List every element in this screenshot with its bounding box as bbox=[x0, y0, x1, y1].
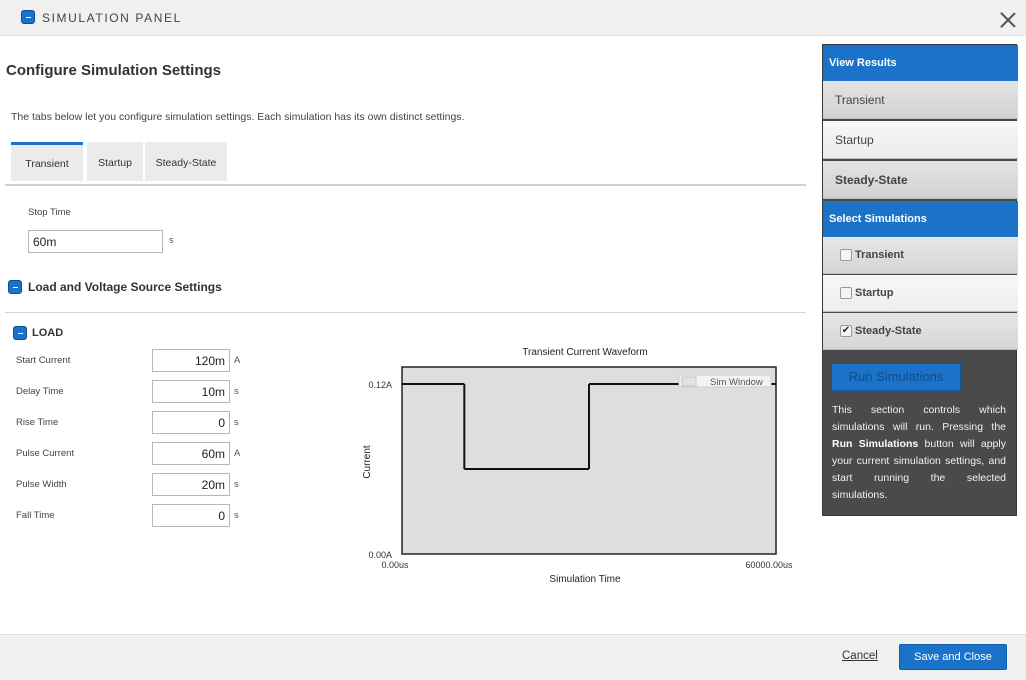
sim-label-startup: Startup bbox=[855, 287, 894, 299]
tab-steady-state[interactable]: Steady-State bbox=[145, 142, 227, 181]
delay-time-label: Delay Time bbox=[16, 386, 64, 397]
window-title: SIMULATION PANEL bbox=[42, 11, 182, 25]
result-startup[interactable]: Startup bbox=[823, 121, 1018, 159]
pulse-width-unit: s bbox=[234, 479, 239, 490]
waveform-chart: Transient Current Waveform Sim Window 0.… bbox=[362, 347, 793, 585]
sim-check-transient[interactable]: Transient bbox=[823, 237, 1018, 274]
desc-bold: Run Simulations bbox=[832, 438, 919, 450]
x-tick-min: 0.00us bbox=[381, 560, 409, 570]
footer-bar: Cancel Save and Close bbox=[0, 634, 1026, 680]
x-tick-max: 60000.00us bbox=[745, 560, 793, 570]
collapse-source-icon[interactable] bbox=[8, 280, 22, 294]
pulse-current-unit: A bbox=[234, 448, 241, 459]
delay-time-input[interactable] bbox=[152, 380, 230, 403]
result-steady-state[interactable]: Steady-State bbox=[823, 161, 1018, 199]
stop-time-label: Stop Time bbox=[28, 207, 71, 218]
title-bar: SIMULATION PANEL bbox=[0, 0, 1026, 36]
select-simulations-header: Select Simulations bbox=[823, 201, 1018, 237]
fall-time-unit: s bbox=[234, 510, 239, 521]
chart-title: Transient Current Waveform bbox=[522, 347, 647, 358]
legend-swatch bbox=[681, 376, 697, 387]
start-current-label: Start Current bbox=[16, 355, 71, 366]
checkbox-startup[interactable] bbox=[840, 287, 852, 299]
rise-time-input[interactable] bbox=[152, 411, 230, 434]
cancel-link[interactable]: Cancel bbox=[842, 650, 878, 662]
pulse-width-label: Pulse Width bbox=[16, 479, 67, 490]
run-description: This section controls which simulations … bbox=[832, 402, 1006, 504]
collapse-load-icon[interactable] bbox=[13, 326, 27, 340]
tab-startup[interactable]: Startup bbox=[87, 142, 143, 181]
run-simulations-button[interactable]: Run Simulations bbox=[831, 363, 961, 391]
start-current-input[interactable] bbox=[152, 349, 230, 372]
fall-time-input[interactable] bbox=[152, 504, 230, 527]
x-axis-label: Simulation Time bbox=[549, 574, 621, 585]
pulse-current-label: Pulse Current bbox=[16, 448, 75, 459]
tab-divider bbox=[5, 184, 806, 186]
pulse-current-input[interactable] bbox=[152, 442, 230, 465]
pulse-width-input[interactable] bbox=[152, 473, 230, 496]
rise-time-label: Rise Time bbox=[16, 417, 59, 428]
stop-time-input[interactable] bbox=[28, 230, 163, 253]
page-title: Configure Simulation Settings bbox=[6, 62, 222, 79]
y-tick-min: 0.00A bbox=[368, 550, 392, 560]
fall-time-label: Fall Time bbox=[16, 510, 55, 521]
desc-part-1: This section controls which simulations … bbox=[832, 404, 1006, 433]
save-and-close-button[interactable]: Save and Close bbox=[899, 644, 1007, 670]
sim-label-steady-state: Steady-State bbox=[855, 325, 922, 337]
close-icon[interactable] bbox=[999, 11, 1017, 29]
checkbox-transient[interactable] bbox=[840, 249, 852, 261]
right-panel: View Results Transient Startup Steady-St… bbox=[822, 44, 1018, 516]
section-divider bbox=[5, 312, 806, 313]
source-section-title: Load and Voltage Source Settings bbox=[28, 280, 222, 294]
load-title: LOAD bbox=[32, 327, 64, 339]
rise-time-unit: s bbox=[234, 417, 239, 428]
checkbox-steady-state[interactable]: ✔ bbox=[840, 325, 852, 337]
sim-check-startup[interactable]: Startup bbox=[823, 275, 1018, 312]
y-axis-label: Current bbox=[362, 445, 373, 479]
panel-logo-icon bbox=[21, 10, 35, 24]
stop-time-unit: s bbox=[169, 235, 174, 246]
intro-text: The tabs below let you configure simulat… bbox=[11, 111, 465, 123]
tab-transient[interactable]: Transient bbox=[11, 142, 83, 181]
y-tick-max: 0.12A bbox=[368, 380, 392, 390]
sim-label-transient: Transient bbox=[855, 249, 904, 261]
view-results-header: View Results bbox=[823, 45, 1018, 81]
sim-check-steady-state[interactable]: ✔ Steady-State bbox=[823, 313, 1018, 350]
legend-label: Sim Window bbox=[710, 377, 763, 388]
delay-time-unit: s bbox=[234, 386, 239, 397]
result-transient[interactable]: Transient bbox=[823, 81, 1018, 119]
start-current-unit: A bbox=[234, 355, 241, 366]
